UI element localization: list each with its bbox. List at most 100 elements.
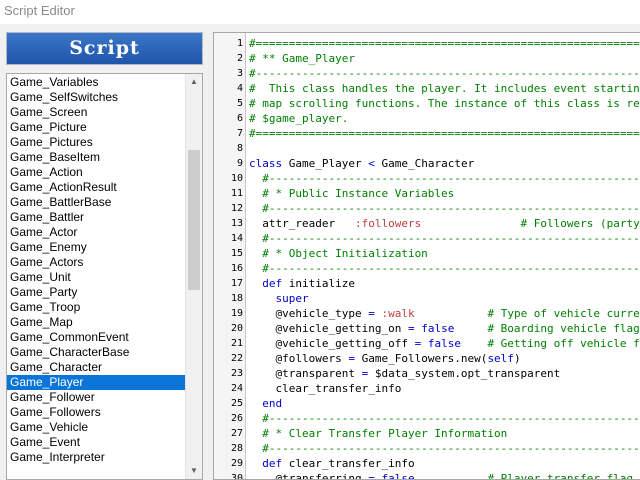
code-line: 3 #--------------------------------------… (214, 66, 640, 81)
scroll-up-arrow-icon[interactable]: ▲ (186, 74, 202, 90)
code-token: # This class handles the player. It incl… (249, 82, 640, 95)
script-list-item[interactable]: Game_BattlerBase (7, 195, 185, 210)
line-number: 3 (236, 68, 243, 79)
line-number: 6 (236, 113, 243, 124)
script-list-item[interactable]: Game_ActionResult (7, 180, 185, 195)
line-number: 7 (236, 128, 243, 139)
script-list-item[interactable]: Game_Actor (7, 225, 185, 240)
code-text: class Game_Player < Game_Character (249, 156, 474, 171)
code-line: 24 clear_transfer_info (214, 381, 640, 396)
line-number: 5 (236, 98, 243, 109)
code-token: #---------------------------------------… (262, 442, 640, 455)
code-text: # * Object Initialization (249, 246, 428, 261)
line-number: 22 (230, 353, 243, 364)
script-list-item[interactable]: Game_SelfSwitches (7, 90, 185, 105)
code-token: = false (368, 472, 415, 480)
code-text: super (249, 291, 309, 306)
code-token: clear_transfer_info (288, 457, 415, 470)
code-text: # This class handles the player. It incl… (249, 81, 640, 96)
script-list-scrollbar[interactable]: ▲ ▼ (185, 74, 202, 479)
code-line: 22 @followers = Game_Followers.new(self) (214, 351, 640, 366)
code-text: #---------------------------------------… (249, 171, 640, 186)
code-token: = (348, 352, 362, 365)
line-number: 29 (230, 458, 243, 469)
line-number: 2 (236, 53, 243, 64)
script-list-item[interactable]: Game_Unit (7, 270, 185, 285)
code-token: ) (513, 352, 521, 365)
line-number: 17 (230, 278, 243, 289)
code-editor[interactable]: 1 #======================================… (213, 32, 640, 480)
script-list-item[interactable]: Game_Player (7, 375, 185, 390)
code-line: 7 #======================================… (214, 126, 640, 141)
script-list-item[interactable]: Game_Event (7, 435, 185, 450)
code-token: clear_transfer_info (249, 382, 402, 395)
script-list-item[interactable]: Game_Action (7, 165, 185, 180)
code-line: 10 #------------------------------------… (214, 171, 640, 186)
script-list-item[interactable]: Game_Pictures (7, 135, 185, 150)
line-number: 23 (230, 368, 243, 379)
line-number: 27 (230, 428, 243, 439)
code-token: # Player transfer flag (487, 472, 634, 480)
code-line: 12 #------------------------------------… (214, 201, 640, 216)
script-list-item[interactable]: Game_CharacterBase (7, 345, 185, 360)
script-list-item[interactable]: Game_Variables (7, 75, 185, 90)
script-list-item[interactable]: Game_Picture (7, 120, 185, 135)
script-editor-window: Script Game_Variables Game_SelfSwitches Ga… (0, 24, 640, 480)
script-list-item[interactable]: Game_Interpreter (7, 450, 185, 465)
code-text: #=======================================… (249, 36, 640, 51)
code-text: # $game_player. (249, 111, 348, 126)
scroll-down-arrow-icon[interactable]: ▼ (186, 463, 202, 479)
code-line: 15 # * Object Initialization (214, 246, 640, 261)
code-token: Game_Player (288, 157, 369, 170)
line-number: 20 (230, 323, 243, 334)
scrollbar-thumb[interactable] (188, 150, 200, 290)
script-list-item[interactable]: Game_Map (7, 315, 185, 330)
code-text: # * Public Instance Variables (249, 186, 454, 201)
code-line: 4 # This class handles the player. It inc… (214, 81, 640, 96)
code-token: # $game_player. (249, 112, 349, 125)
code-token: Game_Followers.new( (361, 352, 488, 365)
line-number: 24 (230, 383, 243, 394)
script-list-item[interactable]: Game_BaseItem (7, 150, 185, 165)
code-token: = (368, 307, 382, 320)
code-token: :walk (381, 307, 415, 320)
code-token: @transparent (249, 367, 362, 380)
code-text: @vehicle_type = :walk # Type of vehicle … (249, 306, 640, 321)
script-list-item[interactable]: Game_Character (7, 360, 185, 375)
script-list-item[interactable]: Game_Actors (7, 255, 185, 270)
code-line: 16 #------------------------------------… (214, 261, 640, 276)
code-token: :followers (354, 217, 422, 230)
script-list[interactable]: Game_Variables Game_SelfSwitches Game_Scre… (6, 73, 203, 480)
code-text: #---------------------------------------… (249, 66, 640, 81)
code-text: attr_reader :followers # Followers (part… (249, 216, 640, 231)
code-line: 6 # $game_player. (214, 111, 640, 126)
script-list-item[interactable]: Game_Followers (7, 405, 185, 420)
code-token: # * Public Instance Variables (249, 187, 455, 200)
line-number: 11 (230, 188, 243, 199)
code-token: < (368, 157, 382, 170)
code-token: def (249, 457, 289, 470)
code-text: #---------------------------------------… (249, 231, 640, 246)
script-list-item[interactable]: Game_Vehicle (7, 420, 185, 435)
code-line: 21 @vehicle_getting_off = false # Gettin… (214, 336, 640, 351)
line-number: 13 (230, 218, 243, 229)
script-list-item[interactable]: Game_Troop (7, 300, 185, 315)
code-token: #=======================================… (249, 127, 640, 140)
code-text: def clear_transfer_info (249, 456, 415, 471)
code-token: super (249, 292, 309, 305)
script-list-item[interactable]: Game_Screen (7, 105, 185, 120)
line-number: 15 (230, 248, 243, 259)
code-text: #---------------------------------------… (249, 201, 640, 216)
script-list-item[interactable]: Game_CommonEvent (7, 330, 185, 345)
code-token: = (361, 367, 375, 380)
code-line: 20 @vehicle_getting_on = false # Boardin… (214, 321, 640, 336)
script-list-item[interactable]: Game_Battler (7, 210, 185, 225)
code-line: 30 @transferring = false # Player transf… (214, 471, 640, 480)
script-list-item[interactable]: Game_Enemy (7, 240, 185, 255)
script-list-item[interactable]: Game_Follower (7, 390, 185, 405)
code-text: clear_transfer_info (249, 381, 401, 396)
line-number: 30 (230, 473, 243, 480)
code-token: # Getting off vehicle flag (487, 337, 640, 350)
script-list-item[interactable]: Game_Party (7, 285, 185, 300)
